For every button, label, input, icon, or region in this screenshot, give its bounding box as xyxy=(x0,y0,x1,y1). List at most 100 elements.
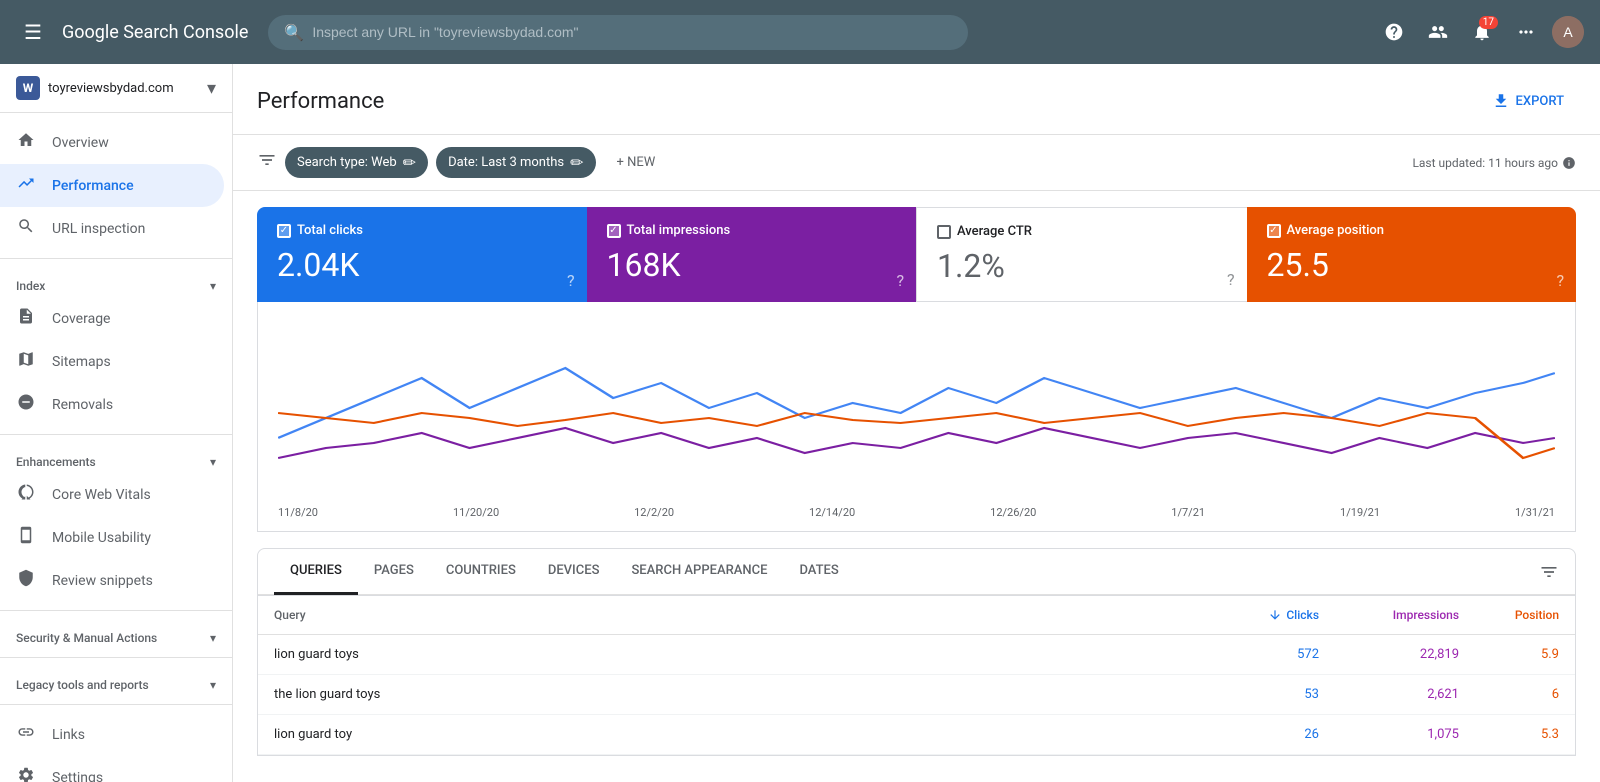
topbar-icons: 17 A xyxy=(1376,14,1584,50)
query-text: the lion guard toys xyxy=(274,687,1179,702)
metrics-section: ✓ Total clicks 2.04K ? ✓ Total impressio… xyxy=(233,191,1600,302)
search-input[interactable] xyxy=(312,24,952,40)
chart-area xyxy=(278,318,1555,498)
site-dropdown-arrow: ▾ xyxy=(207,78,216,99)
total-clicks-checkbox[interactable]: ✓ xyxy=(277,224,291,238)
average-position-checkbox[interactable]: ✓ xyxy=(1267,224,1281,238)
sidebar: W toyreviewsbydad.com ▾ Overview Perform… xyxy=(0,64,233,782)
menu-icon[interactable]: ☰ xyxy=(16,12,50,52)
metric-average-position[interactable]: ✓ Average position 25.5 ? xyxy=(1247,207,1577,302)
date-edit-icon: ✏ xyxy=(570,153,583,172)
total-impressions-checkbox[interactable]: ✓ xyxy=(607,224,621,238)
position-value: 5.9 xyxy=(1459,647,1559,662)
export-button[interactable]: EXPORT xyxy=(1480,84,1576,118)
sidebar-item-coverage[interactable]: Coverage xyxy=(0,297,224,340)
tab-devices[interactable]: DEVICES xyxy=(532,549,616,595)
tab-queries[interactable]: QUERIES xyxy=(274,549,358,595)
notifications-button[interactable]: 17 xyxy=(1464,14,1500,50)
query-text: lion guard toy xyxy=(274,727,1179,742)
clicks-value: 572 xyxy=(1179,647,1319,662)
content-header: Performance EXPORT xyxy=(233,64,1600,135)
sitemaps-label: Sitemaps xyxy=(52,354,111,370)
chart-dates: 11/8/20 11/20/20 12/2/20 12/14/20 12/26/… xyxy=(278,498,1555,523)
avatar[interactable]: A xyxy=(1552,16,1584,48)
total-clicks-help[interactable]: ? xyxy=(567,271,575,290)
site-icon: W xyxy=(16,76,40,100)
average-position-help[interactable]: ? xyxy=(1556,271,1564,290)
topbar: ☰ Google Search Console 🔍 17 A xyxy=(0,0,1600,64)
tab-pages[interactable]: PAGES xyxy=(358,549,430,595)
metric-total-impressions[interactable]: ✓ Total impressions 168K ? xyxy=(587,207,917,302)
average-ctr-value: 1.2% xyxy=(937,247,1227,285)
table-filter-icon[interactable] xyxy=(1539,549,1559,594)
sidebar-item-settings[interactable]: Settings xyxy=(0,756,224,782)
table-header: Query Clicks Impressions Position xyxy=(258,596,1575,635)
col-query-header: Query xyxy=(274,608,1179,622)
sidebar-item-performance[interactable]: Performance xyxy=(0,164,224,207)
sidebar-item-links[interactable]: Links xyxy=(0,713,224,756)
metric-average-ctr[interactable]: Average CTR 1.2% ? xyxy=(916,207,1247,302)
table-row[interactable]: lion guard toys 572 22,819 5.9 xyxy=(258,635,1575,675)
sidebar-item-core-web-vitals[interactable]: Core Web Vitals xyxy=(0,473,224,516)
main-layout: W toyreviewsbydad.com ▾ Overview Perform… xyxy=(0,64,1600,782)
filters-bar: Search type: Web ✏ Date: Last 3 months ✏… xyxy=(233,135,1600,191)
new-filter-button[interactable]: + NEW xyxy=(604,148,669,177)
average-ctr-checkbox[interactable] xyxy=(937,225,951,239)
enhancements-section-header: Enhancements ▾ xyxy=(0,443,232,473)
total-impressions-value: 168K xyxy=(607,246,897,284)
enhancements-collapse-icon[interactable]: ▾ xyxy=(210,455,216,469)
clicks-value: 26 xyxy=(1179,727,1319,742)
total-impressions-help[interactable]: ? xyxy=(896,271,904,290)
tab-search-appearance[interactable]: SEARCH APPEARANCE xyxy=(615,549,783,595)
url-inspection-icon xyxy=(16,217,36,240)
removals-label: Removals xyxy=(52,397,113,413)
app-logo: Google Search Console xyxy=(62,22,248,43)
table-row[interactable]: lion guard toy 26 1,075 5.3 xyxy=(258,715,1575,755)
links-label: Links xyxy=(52,727,85,743)
sidebar-item-removals[interactable]: Removals xyxy=(0,383,224,426)
col-position-header[interactable]: Position xyxy=(1459,608,1559,622)
total-clicks-value: 2.04K xyxy=(277,246,567,284)
svg-text:A: A xyxy=(1563,24,1573,40)
content-area: Performance EXPORT Search type: Web ✏ Da… xyxy=(233,64,1600,782)
security-collapse-icon[interactable]: ▾ xyxy=(210,631,216,645)
tab-countries[interactable]: COUNTRIES xyxy=(430,549,532,595)
search-type-filter[interactable]: Search type: Web ✏ xyxy=(285,147,428,178)
sidebar-item-overview[interactable]: Overview xyxy=(0,121,224,164)
sidebar-nav: Overview Performance URL inspection Inde… xyxy=(0,113,232,782)
average-ctr-help[interactable]: ? xyxy=(1227,270,1235,289)
filters-icon[interactable] xyxy=(257,150,277,175)
index-section-header: Index ▾ xyxy=(0,267,232,297)
metrics-row: ✓ Total clicks 2.04K ? ✓ Total impressio… xyxy=(257,207,1576,302)
divider-enhancements xyxy=(0,434,232,435)
search-bar: 🔍 xyxy=(268,15,968,50)
help-button[interactable] xyxy=(1376,14,1412,50)
sidebar-item-review-snippets[interactable]: Review snippets xyxy=(0,559,224,602)
divider-security xyxy=(0,610,232,611)
settings-label: Settings xyxy=(52,770,103,782)
table-section: Query Clicks Impressions Position lion g… xyxy=(257,596,1576,756)
mobile-usability-label: Mobile Usability xyxy=(52,530,151,546)
tabs-row: QUERIES PAGES COUNTRIES DEVICES SEARCH A… xyxy=(258,549,1575,595)
col-clicks-header[interactable]: Clicks xyxy=(1179,608,1319,622)
impressions-value: 2,621 xyxy=(1319,687,1459,702)
search-icon: 🔍 xyxy=(284,23,304,42)
table-row[interactable]: the lion guard toys 53 2,621 6 xyxy=(258,675,1575,715)
legacy-collapse-icon[interactable]: ▾ xyxy=(210,678,216,692)
sidebar-item-mobile-usability[interactable]: Mobile Usability xyxy=(0,516,224,559)
apps-button[interactable] xyxy=(1508,14,1544,50)
overview-label: Overview xyxy=(52,135,109,151)
sidebar-item-url-inspection[interactable]: URL inspection xyxy=(0,207,224,250)
divider-legacy xyxy=(0,657,232,658)
date-filter[interactable]: Date: Last 3 months ✏ xyxy=(436,147,595,178)
accounts-button[interactable] xyxy=(1420,14,1456,50)
core-web-vitals-label: Core Web Vitals xyxy=(52,487,151,503)
tab-dates[interactable]: DATES xyxy=(783,549,854,595)
index-collapse-icon[interactable]: ▾ xyxy=(210,279,216,293)
metric-total-clicks[interactable]: ✓ Total clicks 2.04K ? xyxy=(257,207,587,302)
site-selector[interactable]: W toyreviewsbydad.com ▾ xyxy=(0,64,232,113)
coverage-label: Coverage xyxy=(52,311,110,327)
col-impressions-header[interactable]: Impressions xyxy=(1319,608,1459,622)
notifications-badge: 17 xyxy=(1479,16,1498,29)
sidebar-item-sitemaps[interactable]: Sitemaps xyxy=(0,340,224,383)
